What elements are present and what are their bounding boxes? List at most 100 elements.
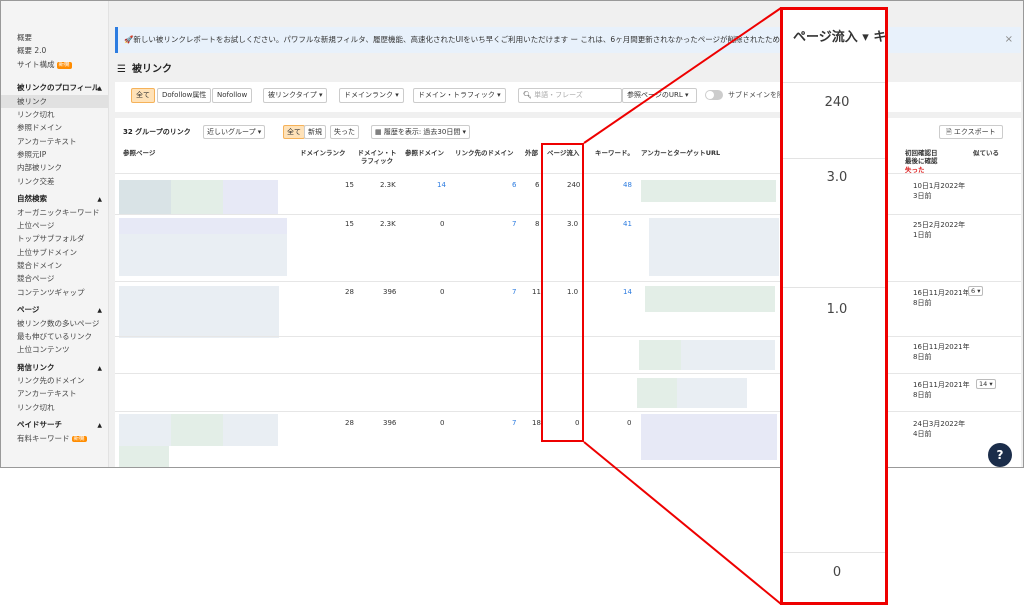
sidebar-item-internal-backlinks[interactable]: 内部被リンク — [1, 161, 108, 174]
sidebar-item-outgoing-broken[interactable]: リンク切れ — [1, 401, 108, 414]
sidebar-item-competing-domains[interactable]: 競合ドメイン — [1, 259, 108, 272]
search-placeholder: 単語・フレーズ — [534, 91, 583, 99]
help-button[interactable]: ? — [988, 443, 1012, 467]
subdomain-toggle[interactable] — [705, 90, 723, 100]
calendar-icon: ▦ — [375, 128, 384, 136]
cell-domain-rank: 28 — [345, 419, 354, 427]
col-domain-traffic[interactable]: ドメイン・トラフィック — [355, 149, 399, 166]
sidebar-item-linked-domains[interactable]: リンク先のドメイン — [1, 374, 108, 387]
cell-first-seen: 16日11月2021年 — [913, 343, 970, 351]
close-icon[interactable]: × — [1005, 27, 1013, 53]
cell-domain-rank: 15 — [345, 220, 354, 228]
col-domain-rank[interactable]: ドメインランク — [300, 149, 346, 157]
sidebar-item-label: サイト構成 — [17, 59, 55, 69]
cell-external: 11 — [532, 288, 541, 296]
col-keywords[interactable]: キーワード。 — [595, 149, 634, 157]
sidebar-section-title: 自然検索 — [17, 194, 47, 204]
sidebar-item-broken-links[interactable]: リンク切れ — [1, 108, 108, 121]
col-similar[interactable]: 似ている — [973, 149, 999, 157]
cell-keywords[interactable]: 14 — [623, 288, 632, 296]
sidebar-item-best-by-growth[interactable]: 最も伸びているリンク — [1, 330, 108, 343]
zoom-value: 1.0 — [826, 302, 848, 317]
sidebar-item-link-intersect[interactable]: リンク交差 — [1, 175, 108, 188]
cell-first-seen: 25日2月2022年 — [913, 221, 966, 229]
link-type-dropdown[interactable]: 被リンクタイプ ▾ — [263, 88, 328, 103]
search-input[interactable]: 🔍︎ 単語・フレーズ — [518, 88, 622, 103]
sidebar-item-anchors[interactable]: アンカーテキスト — [1, 135, 108, 148]
similar-dropdown[interactable]: 6 ▾ — [965, 286, 984, 296]
export-button[interactable]: 🗎 エクスポート — [939, 125, 1003, 139]
group-select-dropdown[interactable]: 近しいグループ ▾ — [203, 125, 266, 139]
col-first-seen[interactable]: 初回確認日 最後に確認 失った — [905, 149, 963, 174]
redacted-ref-page — [171, 414, 223, 446]
sidebar-item-outgoing-anchors[interactable]: アンカーテキスト — [1, 387, 108, 400]
menu-icon[interactable]: ☰ — [117, 64, 126, 75]
col-ref-domains[interactable]: 参照ドメイン — [405, 149, 444, 157]
sidebar-item-paid-keywords[interactable]: 有料キーワード 新機 — [1, 432, 108, 445]
filter-all-button[interactable]: 全て — [131, 88, 155, 103]
sidebar-item-backlinks[interactable]: 被リンク — [1, 94, 108, 108]
sidebar-item-content-gap[interactable]: コンテンツギャップ — [1, 286, 108, 299]
redacted-anchor — [649, 218, 779, 276]
col-linked-domains[interactable]: リンク先のドメイン — [455, 149, 514, 157]
caret-up-icon: ▲ — [97, 307, 102, 315]
sidebar-section-paid-search[interactable]: ペイドサーチ ▲ — [1, 414, 108, 431]
col-anchor-target[interactable]: アンカーとターゲットURL — [641, 149, 720, 157]
cell-linked-domains[interactable]: 7 — [512, 419, 516, 427]
col-external[interactable]: 外部 — [525, 149, 538, 157]
cell-first-seen: 16日11月2021年 — [913, 289, 970, 297]
sidebar-item-competing-pages[interactable]: 競合ページ — [1, 272, 108, 285]
history-dropdown[interactable]: ▦ 履歴を表示: 過去30日間 ▾ — [371, 125, 471, 139]
cell-last-seen: 4日前 — [913, 430, 932, 438]
sidebar-item-ref-domains[interactable]: 参照ドメイン — [1, 121, 108, 134]
col-ref-page[interactable]: 参照ページ — [123, 149, 155, 157]
group-new-button[interactable]: 新規 — [304, 125, 326, 139]
sidebar-item-overview-2[interactable]: 概要 2.0 — [1, 44, 108, 57]
sidebar-item-top-subdomains[interactable]: 上位サブドメイン — [1, 246, 108, 259]
cell-linked-domains[interactable]: 7 — [512, 288, 516, 296]
sidebar-item-best-by-links[interactable]: 被リンク数の多いページ — [1, 317, 108, 330]
domain-traffic-dropdown[interactable]: ドメイン・トラフィック ▾ — [413, 88, 506, 103]
sidebar-section-outgoing[interactable]: 発信リンク ▲ — [1, 357, 108, 374]
cell-domain-traffic: 396 — [383, 288, 397, 296]
cell-linked-domains[interactable]: 6 — [512, 181, 516, 189]
redacted-anchor — [641, 414, 777, 460]
redacted-anchor — [641, 180, 776, 202]
sidebar-item-ref-ips[interactable]: 参照元IP — [1, 148, 108, 161]
ref-page-url-dropdown[interactable]: 参照ページのURL ▾ — [622, 88, 697, 103]
zoom-divider — [783, 287, 885, 288]
redacted-ref-page — [119, 180, 171, 214]
page-title-text: 被リンク — [131, 64, 172, 75]
redacted-ref-page — [171, 180, 223, 214]
filter-dofollow-button[interactable]: Dofollow属性 — [157, 88, 212, 103]
sidebar-section-organic[interactable]: 自然検索 ▲ — [1, 188, 108, 205]
redacted-anchor — [645, 286, 775, 312]
sidebar-item-top-content[interactable]: 上位コンテンツ — [1, 343, 108, 356]
sidebar-item-top-subfolders[interactable]: トップサブフォルダ — [1, 232, 108, 245]
filter-nofollow-button[interactable]: Nofollow — [212, 88, 253, 103]
similar-dropdown[interactable]: 14 ▾ — [973, 379, 996, 389]
history-label: 履歴を表示: 過去30日間 ▾ — [383, 128, 467, 136]
caret-up-icon: ▲ — [97, 364, 102, 372]
caret-up-icon: ▲ — [97, 196, 102, 204]
sidebar-item-overview[interactable]: 概要 — [1, 31, 108, 44]
cell-keywords[interactable]: 41 — [623, 220, 632, 228]
zoom-value: 240 — [824, 95, 850, 110]
cell-linked-domains[interactable]: 7 — [512, 220, 516, 228]
sidebar-section-title: ペイドサーチ — [17, 420, 62, 430]
cell-keywords[interactable]: 48 — [623, 181, 632, 189]
cell-external: 6 — [535, 181, 540, 189]
group-all-button[interactable]: 全て — [283, 125, 305, 139]
sidebar-section-backlink-profile[interactable]: 被リンクのプロフィール ▲ — [1, 77, 108, 94]
cell-ref-domains[interactable]: 14 — [437, 181, 446, 189]
sidebar-item-organic-keywords[interactable]: オーガニックキーワード — [1, 206, 108, 219]
sidebar-section-pages[interactable]: ページ ▲ — [1, 299, 108, 316]
cell-last-seen: 1日前 — [913, 231, 932, 239]
domain-rank-dropdown[interactable]: ドメインランク ▾ — [339, 88, 404, 103]
cell-domain-rank: 28 — [345, 288, 354, 296]
group-lost-button[interactable]: 失った — [330, 125, 359, 139]
sidebar-item-top-pages[interactable]: 上位ページ — [1, 219, 108, 232]
sidebar-item-site-structure[interactable]: サイト構成 新機 — [1, 58, 108, 71]
redacted-anchor — [681, 340, 775, 370]
search-icon: 🔍︎ — [523, 91, 535, 99]
